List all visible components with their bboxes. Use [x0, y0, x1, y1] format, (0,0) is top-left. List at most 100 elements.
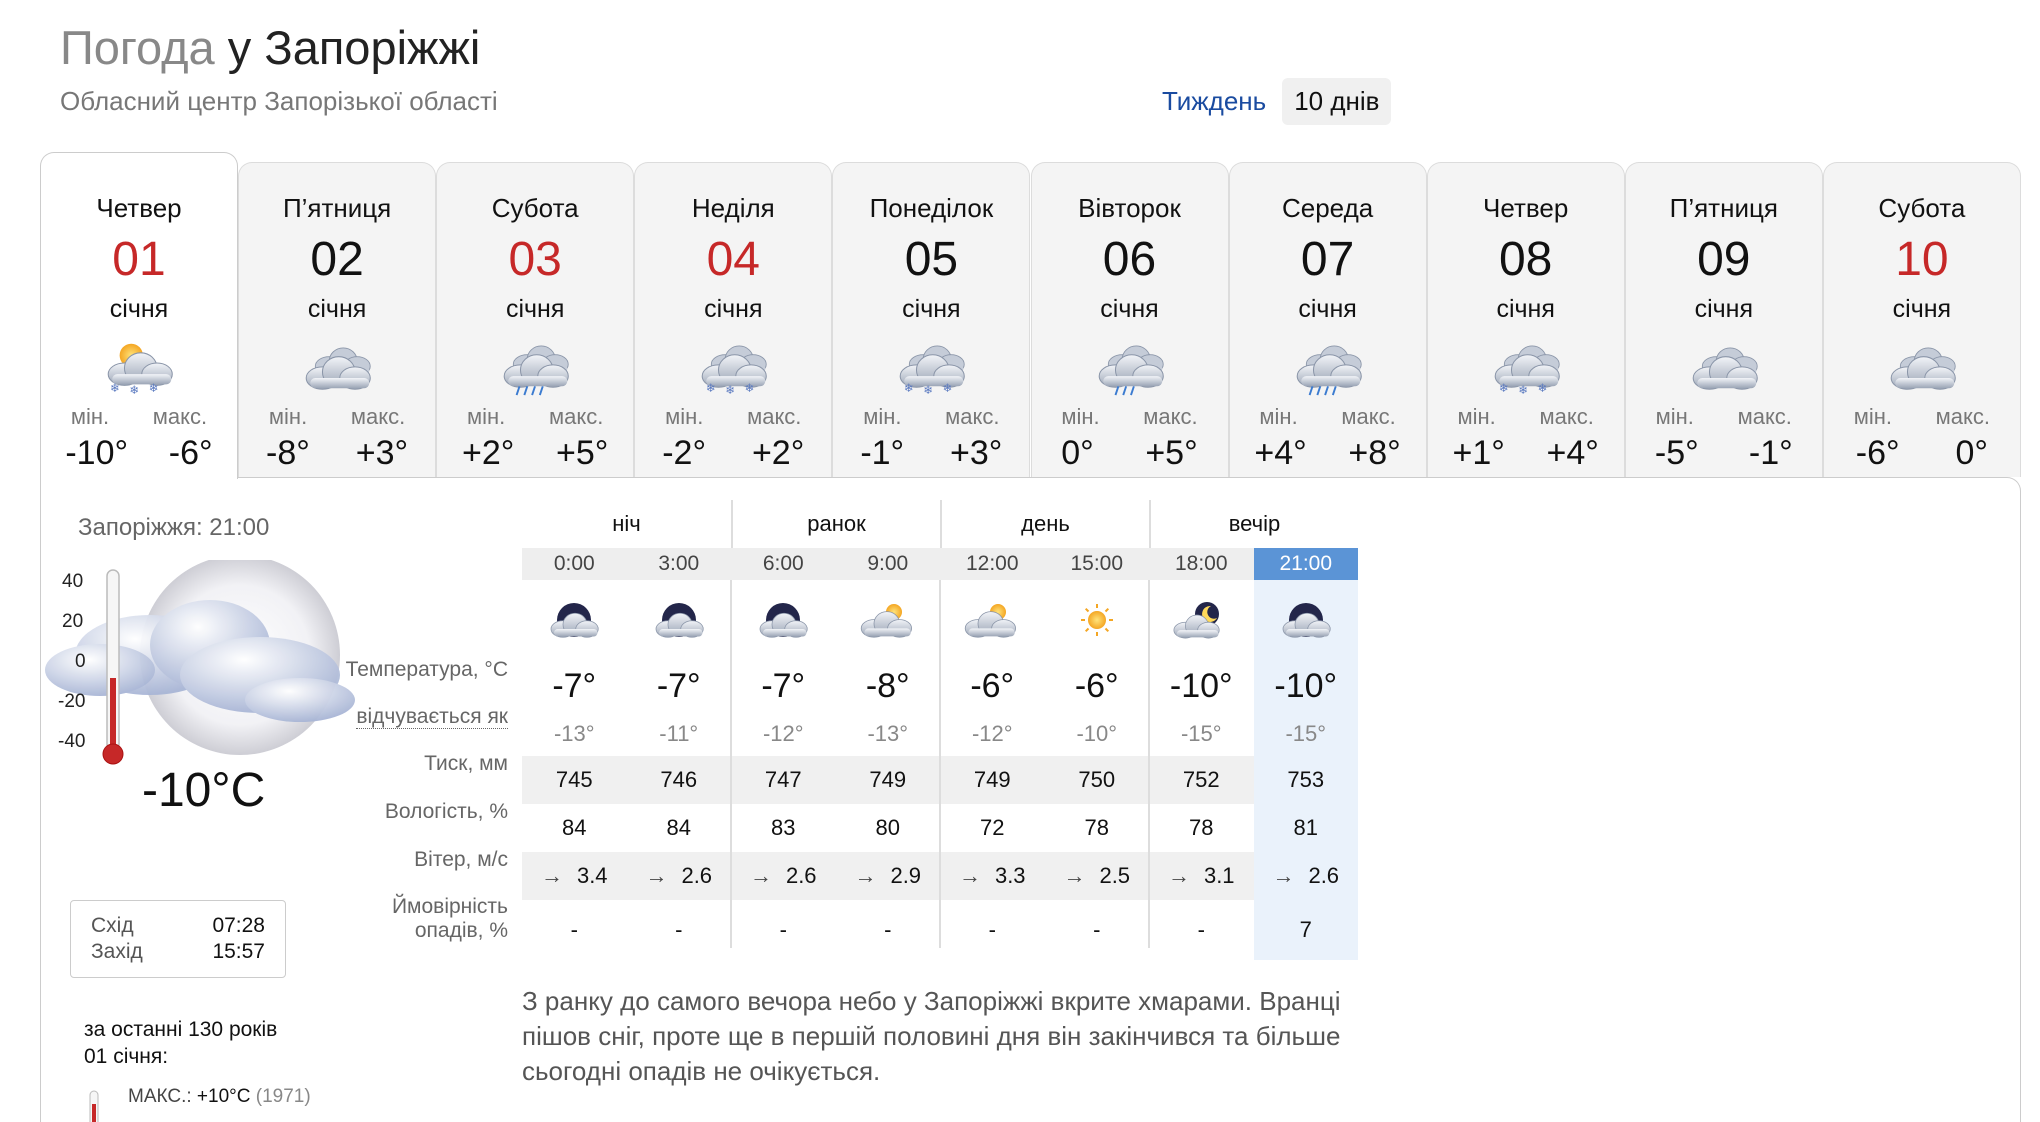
hour-temp: -7°	[552, 667, 597, 705]
wind-arrow-icon: →	[958, 863, 981, 888]
hour-pressure: 747	[764, 767, 802, 792]
min-label: мін.	[1457, 404, 1496, 429]
hour-column: -10° -15° 752 78 → 3.1 -	[1149, 580, 1254, 960]
day-tab-05[interactable]: Понеділок 05 січня ❄ ❄ ❄ мін. макс. -1° +3°	[832, 162, 1031, 477]
day-number: 02	[310, 233, 364, 286]
day-tab-08[interactable]: Четвер 08 січня ❄ ❄ ❄ мін. макс. +1° +4°	[1426, 162, 1625, 477]
day-number: 04	[706, 233, 760, 286]
hour-columns: -7° -13° 745 84 → 3.4 - -7° -11° 746 84 →…	[522, 580, 1358, 960]
partly-cloudy-night-icon	[1149, 580, 1254, 660]
page-subtitle: Обласний центр Запорізької області	[60, 86, 498, 116]
sun-times-box: Схід 07:28 Захід 15:57	[70, 900, 286, 978]
hour-column: -6° -10° 750 78 → 2.5 -	[1045, 580, 1150, 960]
row-label-pressure: Тиск, мм	[424, 752, 508, 775]
day-tab-06[interactable]: Вівторок 06 січня мін. макс. 0° +5°	[1030, 162, 1229, 477]
hour-feels: -13°	[867, 721, 909, 746]
cloudy-icon	[1882, 336, 1962, 398]
max-label: макс.	[1539, 404, 1594, 429]
day-tabs: Четвер 01 січня ❄ ❄ ❄ мін. макс. -10° -6° П’…	[40, 152, 2021, 479]
month-name: січня	[307, 295, 367, 323]
hour-feels: -11°	[659, 721, 699, 746]
hour-wind: 3.4	[576, 863, 608, 888]
hour-temp: -10°	[1274, 667, 1338, 705]
hour-header: 3:00	[658, 552, 700, 575]
day-description: З ранку до самого вечора небо у Запоріжж…	[522, 986, 1341, 1086]
hourly-forecast-grid: ніч ранок день вечір 0:00 3:00 6:00 9:00 12:00 1…	[522, 500, 1358, 960]
max-label: макс.	[350, 404, 406, 429]
location-time: Запоріжжя: 21:00	[78, 514, 270, 541]
sunrise-label: Схід	[91, 914, 134, 937]
month-name: січня	[902, 295, 961, 323]
svg-text:❄: ❄	[1537, 381, 1547, 395]
scale-40: 40	[62, 571, 84, 592]
hour-temp: -7°	[656, 667, 701, 705]
title-prefix: Погода	[60, 21, 215, 74]
hour-wind: 2.5	[1099, 863, 1131, 888]
hour-precip: -	[1197, 917, 1205, 942]
min-temp: -8°	[266, 434, 310, 472]
day-tab-04[interactable]: Неділя 04 січня ❄ ❄ ❄ мін. макс. -2° +2°	[634, 162, 833, 477]
cloud-snow-icon: ❄ ❄ ❄	[693, 336, 773, 398]
current-temperature: -10°C	[142, 764, 266, 817]
period-headers: ніч ранок день вечір	[522, 500, 1358, 548]
cloudy-icon	[297, 336, 377, 398]
hour-wind: 3.1	[1203, 863, 1235, 888]
row-label-wind: Вітер, м/с	[414, 848, 508, 871]
hour-humidity: 78	[1084, 815, 1109, 840]
min-temp: -5°	[1654, 434, 1699, 472]
svg-text:❄: ❄	[904, 381, 914, 395]
max-label: макс.	[548, 404, 604, 429]
cloud-snow-icon: ❄ ❄ ❄	[1486, 336, 1566, 398]
month-name: січня	[1298, 295, 1357, 323]
min-temp: -1°	[860, 434, 905, 472]
sunrise-time: 07:28	[212, 914, 265, 937]
hour-header: 18:00	[1174, 552, 1228, 575]
day-of-week: Четвер	[1483, 193, 1569, 223]
wind-arrow-icon: →	[1272, 863, 1295, 888]
day-number: 03	[508, 233, 562, 286]
max-label: макс.	[1341, 404, 1396, 429]
max-label: макс.	[1143, 404, 1198, 429]
cloudy-icon	[1684, 336, 1764, 398]
sun-icon	[1045, 580, 1150, 660]
max-label: макс.	[747, 404, 802, 429]
wind-arrow-icon: →	[645, 863, 668, 888]
day-tab-01[interactable]: Четвер 01 січня ❄ ❄ ❄ мін. макс. -10° -6°	[40, 152, 238, 479]
overcast-night-icon	[627, 580, 732, 660]
max-label: макс.	[1737, 404, 1792, 429]
scale-minus20: -20	[58, 691, 86, 712]
cloud-rain-icon	[1288, 336, 1368, 398]
overcast-night-icon	[1254, 580, 1359, 660]
hour-precip: -	[988, 917, 996, 942]
max-temp: 0°	[1955, 434, 1988, 472]
day-of-week: Понеділок	[869, 193, 994, 223]
ten-days-tab[interactable]: 10 днів	[1282, 78, 1392, 125]
row-label-feels[interactable]: відчувається як	[260, 705, 508, 729]
cloud-snow-icon: ❄ ❄ ❄	[891, 336, 971, 398]
day-tab-07[interactable]: Середа 07 січня мін. макс. +4° +8°	[1228, 162, 1427, 477]
partly-cloudy-day-icon	[940, 580, 1045, 660]
month-name: січня	[1694, 295, 1754, 323]
day-of-week: Вівторок	[1078, 193, 1181, 223]
page-title: Погода у Запоріжжі	[60, 20, 480, 75]
day-tab-03[interactable]: Субота 03 січня мін. макс. +2° +5°	[436, 162, 635, 477]
min-label: мін.	[268, 404, 308, 429]
overcast-night-icon	[731, 580, 836, 660]
day-tab-02[interactable]: П’ятниця 02 січня мін. макс. -8° +3°	[238, 162, 437, 477]
day-tab-10[interactable]: Субота 10 січня мін. макс. -6° 0°	[1822, 162, 2021, 477]
day-number: 08	[1498, 233, 1553, 286]
history-max-label: МАКС.:	[128, 1086, 192, 1107]
max-temp: +5°	[1145, 434, 1198, 472]
overcast-night-icon	[522, 580, 627, 660]
hour-pressure: 753	[1287, 767, 1325, 792]
hour-wind: 2.6	[681, 863, 713, 888]
hour-temp: -7°	[761, 667, 806, 705]
min-label: мін.	[1259, 404, 1298, 429]
feels-like-link[interactable]: відчувається як	[356, 705, 508, 729]
week-link[interactable]: Тиждень	[1150, 78, 1278, 125]
hour-wind: 2.6	[785, 863, 817, 888]
day-tab-09[interactable]: П’ятниця 09 січня мін. макс. -5° -1°	[1624, 162, 1823, 477]
max-temp: -6°	[168, 434, 213, 472]
partly-cloudy-day-icon	[836, 580, 941, 660]
min-temp: 0°	[1061, 434, 1094, 472]
